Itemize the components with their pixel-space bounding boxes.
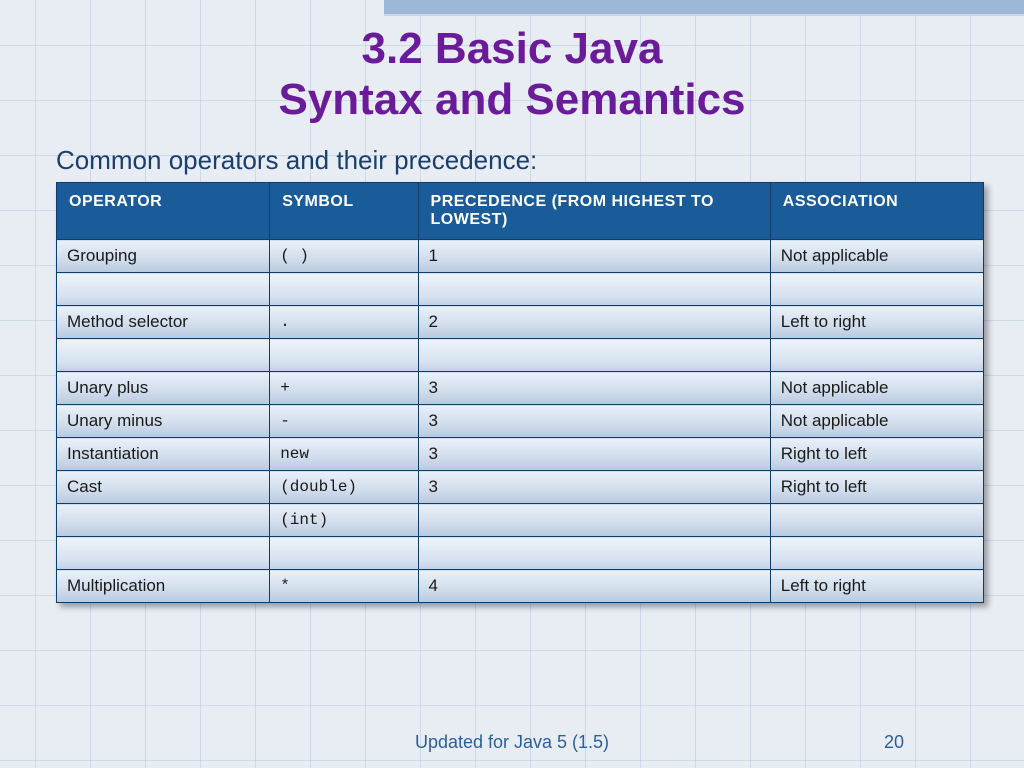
- cell-operator: Unary minus: [57, 405, 270, 438]
- table-row: Method selector.2Left to right: [57, 306, 984, 339]
- footer-page-number: 20: [884, 732, 904, 753]
- slide-title: 3.2 Basic Java Syntax and Semantics: [0, 0, 1024, 145]
- cell-operator: Multiplication: [57, 570, 270, 603]
- cell-association: [770, 504, 983, 537]
- table-row: Grouping( )1Not applicable: [57, 240, 984, 273]
- cell-association: Not applicable: [770, 405, 983, 438]
- cell-precedence: 4: [418, 570, 770, 603]
- cell-operator: Unary plus: [57, 372, 270, 405]
- cell-operator: Grouping: [57, 240, 270, 273]
- table-row: Instantiationnew3Right to left: [57, 438, 984, 471]
- cell-association: Right to left: [770, 438, 983, 471]
- cell-symbol: [270, 537, 418, 570]
- header-precedence: PRECEDENCE (FROM HIGHEST TO LOWEST): [418, 183, 770, 240]
- cell-association: [770, 339, 983, 372]
- cell-operator: Cast: [57, 471, 270, 504]
- cell-operator: [57, 273, 270, 306]
- cell-symbol: -: [270, 405, 418, 438]
- slide-footer: Updated for Java 5 (1.5) 20: [0, 732, 1024, 760]
- header-symbol: SYMBOL: [270, 183, 418, 240]
- cell-symbol: [270, 339, 418, 372]
- cell-association: [770, 273, 983, 306]
- cell-association: [770, 537, 983, 570]
- table-row: Multiplication*4Left to right: [57, 570, 984, 603]
- table-row: [57, 537, 984, 570]
- cell-association: Not applicable: [770, 240, 983, 273]
- cell-precedence: [418, 273, 770, 306]
- cell-precedence: 3: [418, 372, 770, 405]
- table-row: (int): [57, 504, 984, 537]
- cell-operator: [57, 339, 270, 372]
- cell-symbol: [270, 273, 418, 306]
- title-line-1: 3.2 Basic Java: [362, 24, 663, 73]
- operator-precedence-table-wrap: OPERATOR SYMBOL PRECEDENCE (FROM HIGHEST…: [56, 182, 984, 603]
- slide-accent-bar: [384, 0, 1024, 16]
- cell-association: Not applicable: [770, 372, 983, 405]
- cell-operator: [57, 537, 270, 570]
- cell-symbol: +: [270, 372, 418, 405]
- table-row: [57, 273, 984, 306]
- cell-operator: Instantiation: [57, 438, 270, 471]
- cell-precedence: 2: [418, 306, 770, 339]
- table-row: Unary minus-3Not applicable: [57, 405, 984, 438]
- cell-association: Left to right: [770, 306, 983, 339]
- operator-precedence-table: OPERATOR SYMBOL PRECEDENCE (FROM HIGHEST…: [56, 182, 984, 603]
- cell-operator: Method selector: [57, 306, 270, 339]
- cell-symbol: (int): [270, 504, 418, 537]
- slide-subtitle: Common operators and their precedence:: [0, 145, 1024, 182]
- cell-symbol: ( ): [270, 240, 418, 273]
- cell-symbol: .: [270, 306, 418, 339]
- cell-symbol: (double): [270, 471, 418, 504]
- cell-precedence: 3: [418, 405, 770, 438]
- cell-precedence: [418, 537, 770, 570]
- cell-symbol: *: [270, 570, 418, 603]
- header-operator: OPERATOR: [57, 183, 270, 240]
- cell-operator: [57, 504, 270, 537]
- cell-association: Right to left: [770, 471, 983, 504]
- title-line-2: Syntax and Semantics: [278, 75, 745, 124]
- table-row: Cast(double)3Right to left: [57, 471, 984, 504]
- cell-association: Left to right: [770, 570, 983, 603]
- cell-precedence: [418, 339, 770, 372]
- cell-precedence: [418, 504, 770, 537]
- cell-symbol: new: [270, 438, 418, 471]
- cell-precedence: 3: [418, 471, 770, 504]
- table-row: Unary plus+3Not applicable: [57, 372, 984, 405]
- cell-precedence: 3: [418, 438, 770, 471]
- header-association: ASSOCIATION: [770, 183, 983, 240]
- cell-precedence: 1: [418, 240, 770, 273]
- footer-update-note: Updated for Java 5 (1.5): [415, 732, 609, 753]
- table-row: [57, 339, 984, 372]
- table-header-row: OPERATOR SYMBOL PRECEDENCE (FROM HIGHEST…: [57, 183, 984, 240]
